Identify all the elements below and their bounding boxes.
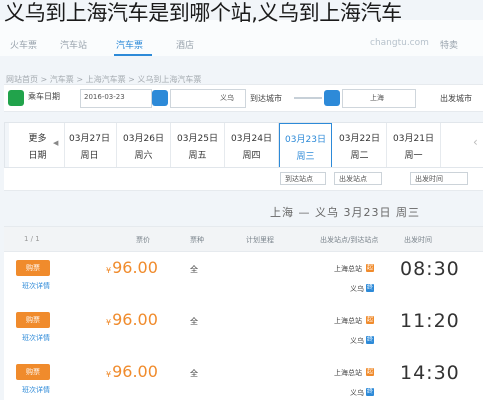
to-city-field[interactable] [170,89,246,108]
from-city-value: 上海 [370,94,384,102]
filter-row: 到达站点 出发站点 出发时间 [4,168,483,191]
date-tab[interactable]: 03月25日 周五 [171,123,225,167]
date-tab-week: 周二 [350,151,369,161]
buy-button[interactable]: 购票 [16,364,50,380]
ticket-price: ¥96.00 [106,362,158,381]
nav-tab-hotel[interactable]: 酒店 [176,38,194,51]
arrive-station-badge: 终 [366,284,374,292]
currency-symbol: ¥ [106,266,112,275]
date-tab-week: 周六 [134,151,153,161]
date-tab[interactable]: 03月24日 周四 [225,123,279,167]
price-value: 96.00 [112,258,158,277]
nav-tab-sale[interactable]: 特卖 [440,38,458,51]
table-row: 购票班次详情 ¥96.00 全 起上海总站终义乌 08:30 [4,252,483,305]
depart-station-select[interactable]: 出发站点 [334,172,382,185]
date-tabs: 更多 日期 03月27日 周日 03月26日 周六 03月25日 周五 03月24日 周四 03月2… [4,122,483,168]
nav-tab-train[interactable]: 火车票 [10,38,37,51]
depart-station-badge: 起 [366,316,374,324]
depart-station-badge: 起 [366,264,374,272]
arrive-city-label: 到达城市 [250,94,282,103]
calendar-icon [8,90,24,106]
nav-active-underline [114,54,152,56]
table-row: 购票班次详情 ¥96.00 全 起上海总站终义乌 11:20 [4,304,483,357]
date-tab-week: 周日 [80,151,99,161]
col-price: 票价 [136,236,150,244]
depart-time: 14:30 [400,362,460,384]
date-tab-day: 03月21日 [393,134,434,144]
ticket-price: ¥96.00 [106,310,158,329]
ticket-type: 全 [190,317,198,326]
depart-city-label: 出发城市 [440,94,472,103]
date-tab-week: 周五 [188,151,207,161]
screenshot: 火车票 汽车站 汽车票 酒店 特卖 changtu.com 义乌到上海汽车是到哪… [0,0,483,400]
next-dates-icon[interactable]: ‹ [473,135,478,149]
depart-station: 上海总站 [334,265,362,273]
date-label: 乘车日期 [28,92,60,101]
schedule-details-link[interactable]: 班次详情 [22,385,50,395]
top-nav: 火车票 汽车站 汽车票 酒店 特卖 changtu.com [0,20,483,56]
ticket-type: 全 [190,369,198,378]
date-tab-week: 周三 [296,152,315,162]
date-tab-day: 03月27日 [69,134,110,144]
table-row: 购票班次详情 ¥96.00 全 起上海总站终义乌 14:30 [4,356,483,400]
bus-icon [152,90,168,106]
nav-tab-bus[interactable]: 汽车票 [116,38,143,51]
price-value: 96.00 [112,362,158,381]
date-tab[interactable]: 03月27日 周日 [63,123,117,167]
date-tab[interactable]: 03月22日 周二 [333,123,387,167]
page-indicator[interactable]: 1 / 1 [24,235,40,243]
date-tab-day: 03月22日 [339,134,380,144]
date-value: 2016-03-23 [84,93,125,101]
arrive-station: 义乌 [350,285,364,293]
arrive-station: 义乌 [350,389,364,397]
date-tab[interactable]: 03月23日 周三 [279,123,332,167]
date-tab-day: 03月24日 [231,134,272,144]
depart-time: 11:20 [400,310,460,332]
col-duration: 计划里程 [246,236,274,244]
depart-station: 上海总站 [334,317,362,325]
depart-time-select[interactable]: 出发时间 [410,172,468,185]
col-stations: 出发站点/到达站点 [320,236,379,244]
date-tab-day: 03月26日 [123,134,164,144]
date-tab[interactable]: 03月26日 周六 [117,123,171,167]
depart-station-badge: 起 [366,368,374,376]
price-value: 96.00 [112,310,158,329]
buy-button[interactable]: 购票 [16,260,50,276]
arrive-station-select[interactable]: 到达站点 [280,172,326,185]
date-tab-week: 周一 [404,151,423,161]
depart-time: 08:30 [400,258,460,280]
arrive-station-badge: 终 [366,336,374,344]
date-tab[interactable]: 03月21日 周一 [387,123,441,167]
depart-station: 上海总站 [334,369,362,377]
schedule-details-link[interactable]: 班次详情 [22,333,50,343]
currency-symbol: ¥ [106,370,112,379]
page-headline: 义乌到上海汽车是到哪个站,义乌到上海汽车 [4,1,402,25]
col-time: 出发时间 [404,236,432,244]
date-tab-week: 周四 [242,151,261,161]
date-tab-day: 03月23日 [285,135,326,145]
route-summary: 上海 — 义乌 3月23日 周三 [270,206,420,219]
nav-tab-station[interactable]: 汽车站 [60,38,87,51]
table-header: 1 / 1 票价 票种 计划里程 出发站点/到达站点 出发时间 [4,226,483,252]
prev-dates-icon[interactable]: ◀ [53,139,58,147]
currency-symbol: ¥ [106,318,112,327]
ticket-price: ¥96.00 [106,258,158,277]
date-tabs-edge [5,123,9,167]
swap-icon[interactable] [324,90,340,106]
date-tab-week: 日期 [28,151,47,161]
site-watermark: changtu.com [370,38,429,48]
arrive-station-badge: 终 [366,388,374,396]
search-bar: 乘车日期 2016-03-23 义乌 到达城市 上海 出发城市 [4,84,483,112]
col-type: 票种 [190,236,204,244]
to-city-value: 义乌 [220,94,234,102]
ticket-type: 全 [190,265,198,274]
buy-button[interactable]: 购票 [16,312,50,328]
arrive-station: 义乌 [350,337,364,345]
schedule-details-link[interactable]: 班次详情 [22,281,50,291]
date-tab-day: 03月25日 [177,134,218,144]
route-connector [294,97,322,99]
